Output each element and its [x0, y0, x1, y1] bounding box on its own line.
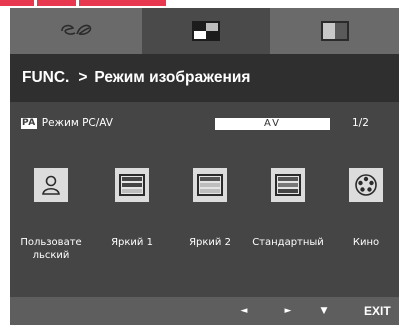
mode-vivid1-label: Яркий 1 — [111, 237, 153, 248]
tab-picture[interactable] — [142, 8, 270, 54]
eco-icon — [61, 24, 92, 35]
breadcrumb-func: FUNC. — [22, 69, 70, 86]
breadcrumb: FUNC. > Режим изображения — [10, 54, 399, 102]
accent-bar — [79, 0, 166, 6]
tab-bar — [10, 8, 399, 54]
mode-vivid2-button[interactable] — [193, 168, 227, 202]
page-indicator: 1/2 — [352, 117, 369, 129]
osd-window: FUNC. > Режим изображения PA Режим PC/AV… — [10, 8, 399, 325]
mode-cinema-button[interactable] — [349, 168, 383, 202]
accent-bar — [37, 0, 76, 6]
left-button[interactable]: ◄ — [230, 297, 258, 325]
pc-av-mode-value[interactable]: AV — [215, 118, 330, 130]
mode-user-label-line1: Пользовате — [20, 237, 82, 248]
tab-split[interactable] — [270, 8, 399, 54]
picture-icon — [192, 21, 220, 41]
vivid1-icon — [119, 174, 145, 196]
standard-icon — [275, 174, 301, 196]
user-icon — [42, 175, 60, 195]
left-arrow-icon: ◄ — [240, 306, 248, 316]
top-strip — [0, 0, 409, 8]
breadcrumb-separator: > — [78, 69, 88, 86]
page-title: Режим изображения — [94, 69, 251, 86]
mode-vivid1-button[interactable] — [115, 168, 149, 202]
split-screen-icon — [320, 21, 349, 41]
tab-eco[interactable] — [10, 8, 142, 54]
exit-button[interactable]: EXIT — [364, 304, 391, 318]
mode-vivid2-label: Яркий 2 — [189, 237, 231, 248]
mode-standard-button[interactable] — [271, 168, 305, 202]
pc-av-mode-label: Режим PC/AV — [41, 117, 113, 129]
pa-badge-icon: PA — [21, 117, 37, 129]
right-button[interactable]: ► — [274, 297, 302, 325]
right-arrow-icon: ► — [284, 306, 292, 316]
accent-bar — [0, 0, 34, 6]
cinema-icon — [355, 174, 377, 196]
mode-user-label: Пользовате льский — [11, 236, 91, 262]
pc-av-mode-row: PA Режим PC/AV — [21, 117, 113, 129]
mode-user-button[interactable] — [34, 168, 68, 202]
footer-bar: ◄ ► ▼ EXIT — [10, 297, 399, 325]
vivid2-icon — [197, 174, 223, 196]
mode-user-label-line2: льский — [32, 250, 70, 261]
down-button[interactable]: ▼ — [310, 297, 338, 325]
down-arrow-icon: ▼ — [320, 306, 328, 316]
mode-cinema-label: Кино — [352, 237, 380, 248]
mode-standard-label: Стандартный — [252, 237, 324, 248]
content-panel: PA Режим PC/AV AV 1/2 Пользовате льский … — [10, 102, 399, 297]
